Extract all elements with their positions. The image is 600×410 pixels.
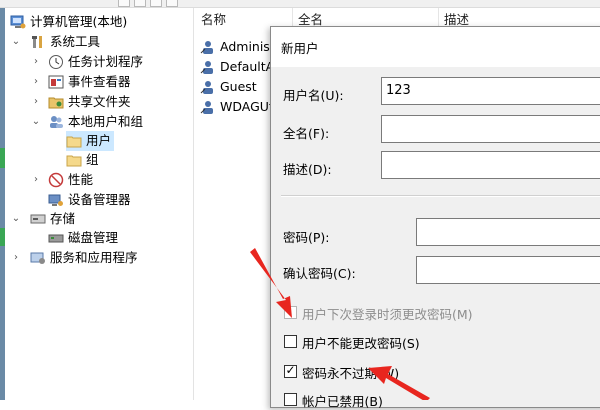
dialog-titlebar[interactable]: 新用户 [271,27,600,67]
clock-icon [48,54,64,70]
tree-item-system-tools[interactable]: ⌄ 系统工具 [10,32,190,52]
chevron-down-icon[interactable]: ⌄ [30,112,42,132]
user-icon [200,99,216,115]
fullname-label: 全名(F): [283,126,330,141]
username-field[interactable]: 123 [381,77,600,105]
column-header-name[interactable]: 名称 [201,8,226,32]
confirm-password-label: 确认密码(C): [283,266,356,281]
tree-item-task-scheduler[interactable]: › 任务计划程序 [30,52,190,72]
tree-item-groups[interactable]: 组 [66,150,126,170]
tree-item-label: 用户 [83,131,115,151]
tree-item-label: 性能 [68,172,94,187]
tree-item-label: 磁盘管理 [68,230,119,245]
fullname-field[interactable] [381,115,600,143]
password-never-expires-label: 密码永不过期(W) [302,366,400,381]
tree-item-local-users-groups[interactable]: ⌄ 本地用户和组 [30,112,190,132]
tree-item-services-apps[interactable]: › 服务和应用程序 [10,248,190,268]
toolbar-button[interactable] [118,0,130,7]
tree-item-storage[interactable]: ⌄ 存储 [10,209,190,229]
event-viewer-icon [48,74,64,90]
folder-icon [66,133,82,149]
tree-item-label: 存储 [50,211,76,226]
checkmark-icon: ✓ [285,363,296,377]
tree-item-label: 计算机管理(本地) [30,14,128,29]
tree-item-label: 任务计划程序 [68,54,144,69]
user-icon [200,79,216,95]
password-field[interactable] [416,218,600,246]
performance-icon [48,172,64,188]
tree-item-shared-folders[interactable]: › 共享文件夹 [30,92,190,112]
chevron-right-icon[interactable]: › [30,52,42,72]
account-disabled-label: 帐户已禁用(B) [302,394,383,409]
user-icon [200,39,216,55]
password-label: 密码(P): [283,230,330,245]
tree-item-event-viewer[interactable]: › 事件查看器 [30,72,190,92]
toolbar-button[interactable] [166,0,178,7]
toolbar-button[interactable] [134,0,146,7]
tree-item-label: 系统工具 [50,34,101,49]
password-never-expires-checkbox[interactable]: ✓ [284,363,297,378]
tree-item-performance[interactable]: › 性能 [30,170,190,190]
chevron-right-icon[interactable]: › [30,170,42,190]
tree-item-device-manager[interactable]: 设备管理器 [30,190,190,210]
must-change-password-checkbox[interactable] [284,306,297,319]
tree-item-label: 组 [86,152,99,167]
dialog-title: 新用户 [281,41,319,56]
divider [281,195,600,197]
device-manager-icon [48,192,64,208]
chevron-down-icon[interactable]: ⌄ [10,32,22,52]
computer-management-icon [10,14,26,30]
tree-item-label: 设备管理器 [68,192,131,207]
description-field[interactable] [381,151,600,179]
toolbar-button[interactable] [150,0,162,7]
chevron-down-icon[interactable]: ⌄ [10,209,22,229]
tree-item-disk-management[interactable]: 磁盘管理 [48,228,188,248]
shared-folder-icon [48,94,64,110]
toolbar [0,0,600,8]
disk-icon [48,230,64,246]
folder-icon [66,152,82,168]
tree-item-users[interactable]: 用户 [66,131,115,151]
storage-icon [30,211,46,227]
chevron-right-icon[interactable]: › [30,72,42,92]
user-icon [200,59,216,75]
cannot-change-password-label: 用户不能更改密码(S) [302,336,420,351]
confirm-password-field[interactable] [416,256,600,284]
tree-item-label: 共享文件夹 [68,94,131,109]
users-icon [48,114,64,130]
username-label: 用户名(U): [283,88,344,103]
description-label: 描述(D): [283,162,332,177]
chevron-right-icon[interactable]: › [30,92,42,112]
tools-icon [30,34,46,50]
tree-item-label: 服务和应用程序 [50,250,138,265]
new-user-dialog: 新用户 用户名(U): 123 全名(F): 描述(D): 密码(P): 确认密… [270,26,600,409]
chevron-right-icon[interactable]: › [10,248,22,268]
tree-item-label: 本地用户和组 [68,114,144,129]
services-icon [30,250,46,266]
window-edge [0,8,5,400]
cannot-change-password-checkbox[interactable] [284,335,297,348]
tree-item-label: 事件查看器 [68,74,131,89]
must-change-password-label: 用户下次登录时须更改密码(M) [302,307,473,322]
